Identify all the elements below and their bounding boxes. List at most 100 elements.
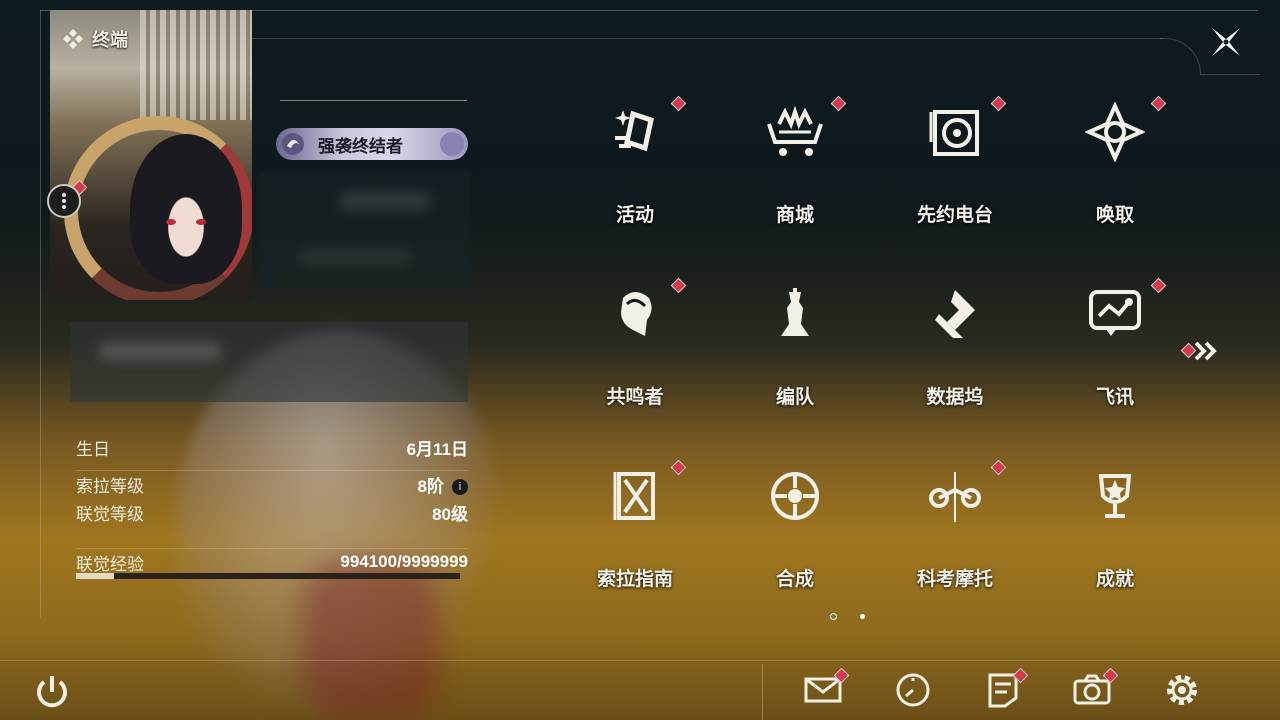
menu-item-shop[interactable]: 商城	[715, 80, 875, 250]
sola-level-label: 索拉等级	[76, 476, 144, 496]
bottom-divider	[0, 660, 1280, 661]
menu-item-guide[interactable]: 索拉指南	[555, 444, 715, 614]
menu-item-label: 先约电台	[916, 205, 993, 226]
menu-badge-dot	[1150, 277, 1167, 294]
profile-portrait-card	[50, 10, 252, 300]
frame-line-left	[40, 10, 41, 618]
resonator-head-icon	[621, 292, 652, 336]
diamond-cluster-icon	[63, 29, 83, 49]
terminal-label: 终端	[92, 30, 128, 50]
settings-gear-icon	[1167, 675, 1197, 705]
union-level-row: 联觉等级 80级	[76, 499, 468, 525]
union-level-value: 80级	[432, 504, 468, 524]
radio-icon	[929, 110, 979, 156]
union-exp-label: 联觉经验	[76, 554, 144, 574]
menu-item-motorcycle[interactable]: 科考摩托	[875, 444, 1035, 614]
menu-item-label: 成就	[1095, 569, 1134, 590]
birthday-label: 生日	[76, 439, 110, 459]
union-exp-bar	[76, 573, 460, 579]
menu-item-data-dock[interactable]: 数据坞	[875, 262, 1035, 432]
menu-item-label: 数据坞	[926, 387, 984, 408]
frame-corner	[1160, 38, 1201, 75]
avatar[interactable]	[130, 134, 242, 284]
union-exp-row: 联觉经验 994100/9999999	[76, 548, 468, 575]
menu-badge-dot	[670, 459, 687, 476]
title-badge-gem-icon	[440, 132, 464, 156]
dragon-emblem-icon	[282, 133, 304, 155]
menu-item-label: 活动	[615, 205, 654, 226]
frame-line-right	[1200, 74, 1260, 75]
union-exp-bar-fill	[76, 573, 115, 579]
menu-item-activity[interactable]: 活动	[555, 80, 715, 250]
portrait-background-buildings	[140, 10, 252, 120]
page-dot-current	[830, 613, 837, 620]
union-exp-value: 994100/9999999	[340, 552, 468, 571]
camera-button[interactable]	[1073, 667, 1119, 710]
terminal-header: 终端	[62, 26, 128, 52]
sola-level-value: 8阶	[417, 476, 444, 496]
menu-item-achievement[interactable]: 成就	[1035, 444, 1195, 614]
trophy-icon	[1098, 474, 1132, 518]
menu-badge-dot	[830, 95, 847, 112]
menu-badge-dot	[990, 459, 1007, 476]
birthday-value: 6月11日	[406, 439, 468, 459]
page-dot[interactable]	[860, 614, 865, 619]
title-divider	[280, 100, 467, 101]
menu-badge-dot	[670, 277, 687, 294]
shop-cart-icon	[767, 105, 823, 156]
menu-item-synthesis[interactable]: 合成	[715, 444, 875, 614]
menu-item-label: 飞讯	[1095, 387, 1134, 408]
menu-item-radio[interactable]: 先约电台	[875, 80, 1035, 250]
menu-badge-dot	[1150, 95, 1167, 112]
power-icon	[37, 676, 67, 708]
blurred-signature	[70, 322, 468, 402]
menu-item-label: 编队	[775, 387, 814, 408]
double-chevron-right-icon	[1194, 341, 1217, 361]
menu-item-label: 索拉指南	[596, 569, 673, 590]
close-icon	[1212, 28, 1240, 56]
notice-button[interactable]	[983, 667, 1029, 710]
mail-button[interactable]	[804, 667, 850, 710]
menu-item-team[interactable]: 编队	[715, 262, 875, 432]
summon-compass-icon	[1085, 102, 1145, 162]
clock-button[interactable]	[893, 670, 933, 710]
next-page-button[interactable]	[1180, 338, 1224, 364]
menu-item-message[interactable]: 飞讯	[1035, 262, 1195, 432]
chess-team-icon	[781, 288, 809, 336]
menu-badge-dot	[990, 95, 1007, 112]
more-vertical-icon	[62, 191, 66, 211]
activity-icon	[615, 110, 654, 152]
menu-item-label: 唤取	[1095, 205, 1134, 226]
birthday-row: 生日 6月11日	[76, 434, 468, 460]
union-level-label: 联觉等级	[76, 504, 144, 524]
menu-badge-dot	[670, 95, 687, 112]
menu-item-label: 合成	[775, 569, 814, 590]
synthesis-icon	[771, 472, 819, 520]
bottom-separator	[762, 664, 763, 720]
page-indicator	[828, 612, 868, 622]
avatar-eye-left	[166, 219, 176, 225]
power-button[interactable]	[32, 672, 72, 712]
message-bubble-icon	[1089, 290, 1141, 336]
avatar-eye-right	[196, 219, 206, 225]
info-icon[interactable]: i	[452, 479, 468, 496]
blurred-player-info	[260, 170, 470, 290]
background-character-cloth	[300, 560, 440, 720]
data-dock-icon	[935, 290, 975, 338]
frame-line-header	[250, 38, 1162, 39]
guide-book-icon	[613, 472, 655, 520]
profile-more-button[interactable]	[47, 184, 81, 218]
settings-button[interactable]	[1162, 670, 1202, 710]
title-badge-label: 强袭终结者	[318, 136, 403, 156]
title-badge[interactable]: 强袭终结者	[276, 128, 468, 160]
menu-item-label: 科考摩托	[916, 569, 993, 590]
menu-item-resonator[interactable]: 共鸣者	[555, 262, 715, 432]
motorcycle-icon	[929, 472, 981, 522]
sola-level-row: 索拉等级 8阶 i	[76, 470, 468, 497]
clock-icon	[896, 673, 930, 707]
menu-grid: 活动 商城 先约电台 唤取 共鸣者 编队 数据坞 飞讯 索拉指南 合成 科考摩托…	[555, 80, 1195, 600]
close-button[interactable]	[1206, 22, 1246, 62]
menu-item-label: 共鸣者	[606, 387, 664, 408]
menu-item-summon[interactable]: 唤取	[1035, 80, 1195, 250]
menu-item-label: 商城	[775, 205, 814, 226]
